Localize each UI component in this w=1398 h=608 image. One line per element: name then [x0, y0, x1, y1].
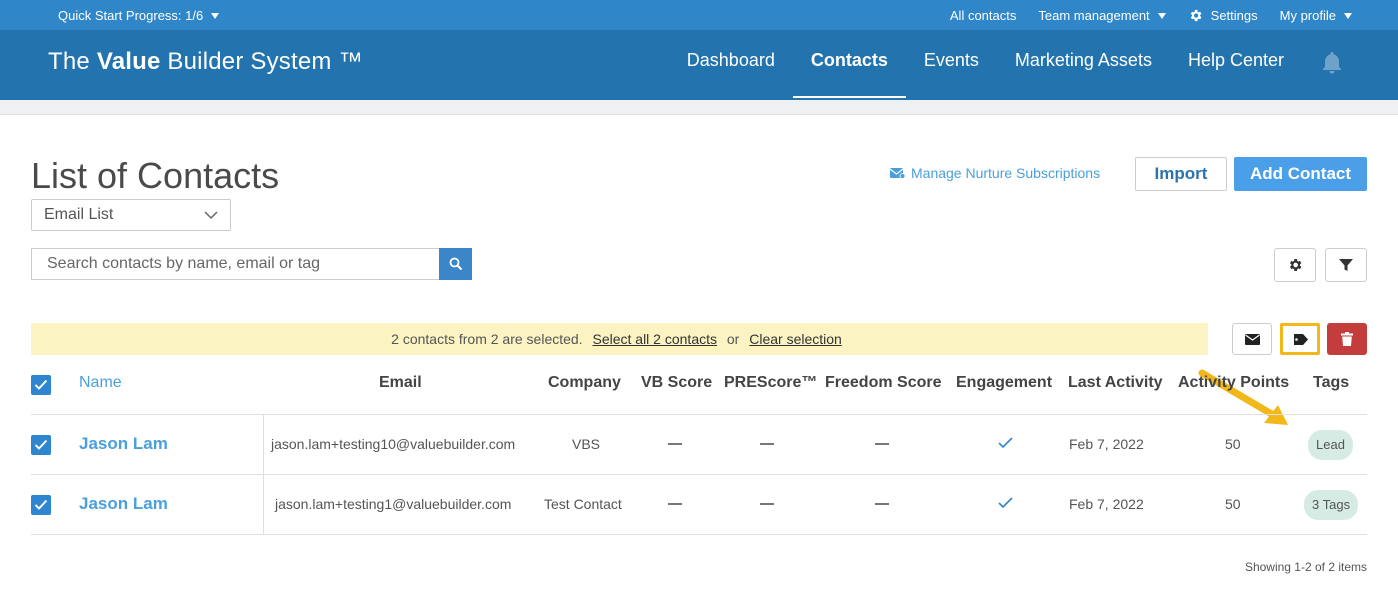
gear-icon — [1290, 259, 1302, 271]
search-button[interactable] — [439, 248, 472, 280]
column-header-name[interactable]: Name — [79, 374, 122, 392]
pagination-summary: Showing 1-2 of 2 items — [1244, 560, 1367, 574]
freedom-score-empty — [875, 503, 889, 505]
team-management-menu[interactable]: Team management — [1038, 8, 1166, 23]
last-activity: Feb 7, 2022 — [1069, 496, 1144, 512]
trash-icon — [1341, 332, 1353, 346]
bell-icon[interactable] — [1320, 50, 1344, 76]
column-header-prescore: PREScore™ — [724, 374, 818, 391]
tag-selected-button[interactable] — [1280, 323, 1320, 355]
engagement-check-icon — [998, 497, 1013, 509]
quick-start-label: Quick Start Progress: 1/6 — [58, 8, 204, 23]
column-header-last-activity: Last Activity — [1068, 374, 1163, 391]
tag-icon — [1293, 333, 1308, 345]
tag-pill[interactable]: 3 Tags — [1304, 490, 1359, 520]
list-type-value: Email List — [44, 206, 114, 223]
manage-nurture-label: Manage Nurture Subscriptions — [911, 165, 1101, 181]
column-header-vb-score: VB Score — [641, 374, 713, 391]
checkmark-icon — [34, 379, 48, 390]
tab-marketing-assets[interactable]: Marketing Assets — [997, 30, 1170, 100]
contact-company: Test Contact — [544, 496, 622, 512]
delete-selected-button[interactable] — [1327, 323, 1367, 355]
prescore-empty — [760, 443, 774, 445]
selection-or: or — [726, 331, 740, 347]
chevron-down-icon — [1344, 12, 1352, 19]
vb-score-empty — [668, 503, 682, 505]
checkmark-icon — [34, 499, 48, 510]
row-divider — [31, 534, 1367, 535]
my-profile-label: My profile — [1279, 8, 1336, 23]
selection-text: 2 contacts from 2 are selected. — [391, 331, 583, 347]
column-header-email: Email — [379, 374, 422, 391]
main-navbar: The Value Builder System ™ Dashboard Con… — [0, 30, 1398, 100]
search-icon — [449, 257, 462, 271]
header-divider — [31, 414, 1367, 415]
select-all-link[interactable]: Select all 2 contacts — [592, 331, 717, 347]
envelope-icon — [1244, 333, 1260, 345]
column-header-tags: Tags — [1313, 374, 1350, 391]
vb-score-empty — [668, 443, 682, 445]
row-divider — [31, 474, 1367, 475]
column-settings-button[interactable] — [1274, 248, 1316, 282]
row-checkbox[interactable] — [31, 495, 51, 515]
contacts-card: List of Contacts Email List Manage Nurtu… — [0, 114, 1398, 608]
email-selected-button[interactable] — [1232, 323, 1272, 355]
tag-pill[interactable]: Lead — [1308, 430, 1353, 460]
prescore-empty — [760, 503, 774, 505]
search-input[interactable] — [31, 248, 440, 280]
contact-name-link[interactable]: Jason Lam — [79, 434, 168, 454]
engagement-check-icon — [998, 437, 1013, 449]
all-contacts-label: All contacts — [949, 8, 1017, 23]
import-button[interactable]: Import — [1135, 157, 1227, 191]
page-title: List of Contacts — [31, 155, 280, 196]
team-management-label: Team management — [1038, 8, 1150, 23]
contact-company: VBS — [572, 436, 601, 452]
contact-email: jason.lam+testing10@valuebuilder.com — [271, 436, 516, 452]
tab-help-center[interactable]: Help Center — [1170, 30, 1302, 100]
add-contact-button[interactable]: Add Contact — [1234, 157, 1367, 191]
tab-events[interactable]: Events — [906, 30, 997, 100]
quick-start-progress[interactable]: Quick Start Progress: 1/6 — [58, 8, 220, 23]
brand-bold: Value — [96, 48, 161, 75]
brand-logo[interactable]: The Value Builder System ™ — [48, 48, 363, 76]
chevron-down-icon — [1157, 12, 1166, 19]
utility-bar: Quick Start Progress: 1/6 All contacts T… — [0, 0, 1398, 30]
activity-points: 50 — [1225, 496, 1241, 512]
clear-selection-link[interactable]: Clear selection — [749, 331, 842, 347]
column-header-engagement: Engagement — [956, 374, 1053, 391]
settings-link[interactable]: Settings — [1188, 8, 1258, 23]
freedom-score-empty — [875, 443, 889, 445]
column-header-company: Company — [548, 374, 621, 391]
chevron-down-icon — [211, 12, 220, 19]
settings-label: Settings — [1210, 8, 1258, 23]
tab-contacts[interactable]: Contacts — [792, 30, 906, 100]
selection-banner: 2 contacts from 2 are selected. Select a… — [31, 323, 1208, 355]
chevron-down-icon — [204, 211, 218, 220]
activity-points: 50 — [1225, 436, 1241, 452]
column-header-activity-points: Activity Points — [1178, 374, 1290, 391]
gear-icon — [1190, 9, 1202, 22]
last-activity: Feb 7, 2022 — [1069, 436, 1144, 452]
contact-name-link[interactable]: Jason Lam — [79, 494, 168, 514]
filter-button[interactable] — [1325, 248, 1367, 282]
envelope-gear-icon — [890, 168, 905, 179]
filter-icon — [1339, 259, 1353, 271]
brand-post: Builder System ™ — [160, 48, 363, 75]
row-checkbox[interactable] — [31, 435, 51, 455]
select-all-checkbox[interactable] — [31, 375, 51, 395]
nav-tabs: Dashboard Contacts Events Marketing Asse… — [669, 30, 1302, 100]
all-contacts-link[interactable]: All contacts — [950, 8, 1016, 23]
list-type-select[interactable]: Email List — [31, 199, 231, 231]
my-profile-menu[interactable]: My profile — [1280, 8, 1352, 23]
column-header-freedom-score: Freedom Score — [825, 374, 942, 391]
tab-dashboard[interactable]: Dashboard — [669, 30, 793, 100]
contact-email: jason.lam+testing1@valuebuilder.com — [275, 496, 512, 512]
checkmark-icon — [34, 439, 48, 450]
manage-nurture-link[interactable]: Manage Nurture Subscriptions — [890, 165, 1100, 181]
brand-pre: The — [48, 48, 97, 75]
name-column-divider — [263, 415, 264, 535]
